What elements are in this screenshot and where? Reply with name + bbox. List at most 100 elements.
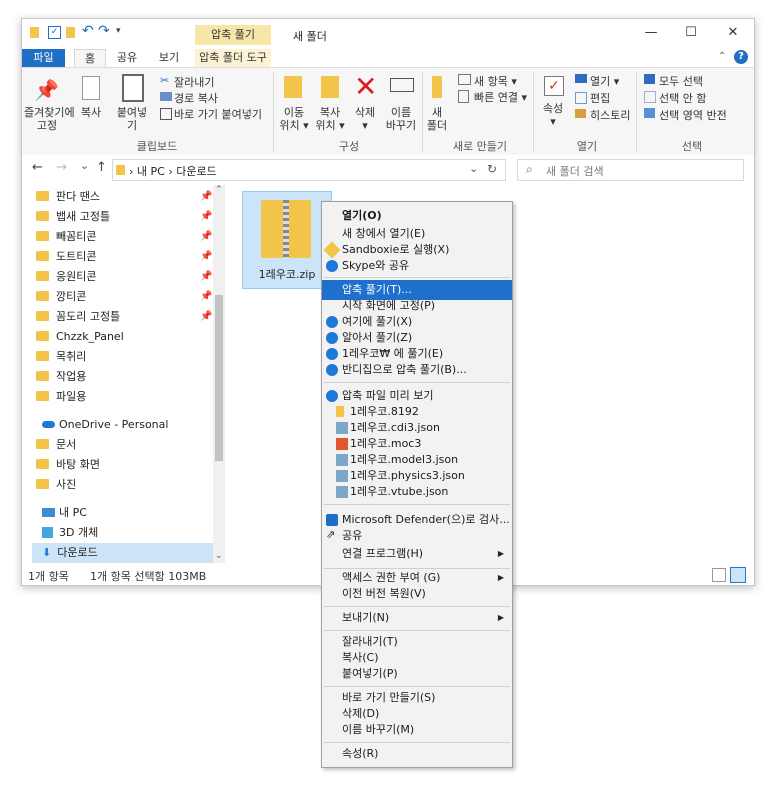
nav-item[interactable]: 목취리 bbox=[36, 347, 86, 367]
menu-item-share[interactable]: ⇗ 공유 bbox=[322, 526, 512, 546]
paste-shortcut-button[interactable]: 바로 가기 붙여넣기 bbox=[174, 106, 262, 122]
copy-path-button[interactable]: 경로 복사 bbox=[174, 90, 218, 106]
address-bar[interactable]: › 내 PC › 다운로드 ⌄ ↻ bbox=[112, 159, 506, 181]
copy-icon bbox=[82, 76, 100, 100]
pin-quick-access-button[interactable]: 즐겨찾기에 고정 bbox=[24, 106, 75, 132]
menu-item-paste[interactable]: 붙여넣기(P) bbox=[322, 664, 512, 684]
folder-icon bbox=[36, 439, 49, 449]
nav-item[interactable]: 파일용 bbox=[36, 387, 86, 407]
collapse-ribbon-icon[interactable]: ⌃ bbox=[718, 51, 726, 62]
invert-selection-button[interactable]: 선택 영역 반전 bbox=[659, 107, 727, 123]
checkbox-icon[interactable]: ✓ bbox=[48, 26, 61, 39]
menu-item-skype[interactable]: Skype와 공유 bbox=[322, 256, 512, 276]
menu-item-preview-file[interactable]: 1레우코.vtube.json bbox=[322, 482, 512, 502]
select-all-button[interactable]: 모두 선택 bbox=[659, 73, 703, 89]
scroll-thumb[interactable] bbox=[215, 295, 223, 461]
pin-icon: 📌 bbox=[200, 271, 213, 282]
new-folder-button[interactable]: 새 폴더 bbox=[424, 106, 450, 132]
file-icon bbox=[336, 454, 348, 466]
history-button[interactable]: 히스토리 bbox=[590, 107, 630, 123]
menu-item-open-with[interactable]: 연결 프로그램(H) ▶ bbox=[322, 544, 512, 564]
copy-button[interactable]: 복사 bbox=[76, 106, 106, 119]
minimize-button[interactable]: — bbox=[634, 22, 668, 44]
nav-onedrive[interactable]: OneDrive - Personal bbox=[42, 415, 168, 435]
redo-icon[interactable]: ↷ bbox=[98, 23, 110, 39]
nav-item[interactable]: 깡티콘 bbox=[36, 287, 86, 307]
menu-item-bandizip-extract[interactable]: 반디집으로 압축 풀기(B)... bbox=[322, 360, 512, 380]
move-to-button[interactable]: 이동 위치 ▾ bbox=[276, 106, 312, 132]
nav-item[interactable]: Chzzk_Panel bbox=[36, 327, 124, 347]
menu-item-restore[interactable]: 이전 버전 복원(V) bbox=[322, 584, 512, 604]
open-button[interactable]: 열기 ▾ bbox=[590, 73, 619, 89]
properties-button[interactable]: 속성 ▾ bbox=[536, 102, 570, 128]
up-button[interactable]: ↑ bbox=[96, 160, 107, 175]
back-button[interactable]: ← bbox=[32, 160, 43, 175]
undo-icon[interactable]: ↶ bbox=[82, 23, 94, 39]
folder-icon bbox=[36, 331, 49, 341]
large-icons-view-icon[interactable] bbox=[730, 567, 746, 583]
cut-button[interactable]: 잘라내기 bbox=[174, 74, 214, 90]
nav-item[interactable]: 3D 개체 bbox=[42, 523, 98, 543]
paste-icon bbox=[122, 74, 144, 102]
menu-separator bbox=[324, 686, 510, 687]
download-icon: ⬇ bbox=[42, 546, 52, 559]
tab-share[interactable]: 공유 bbox=[112, 49, 142, 67]
nav-this-pc[interactable]: 내 PC bbox=[42, 503, 87, 523]
nav-item[interactable]: 도트티콘 bbox=[36, 247, 96, 267]
pin-icon: 📌 bbox=[200, 191, 213, 202]
tab-file[interactable]: 파일 bbox=[22, 49, 65, 67]
organize-group-label: 구성 bbox=[338, 140, 360, 153]
folder-icon bbox=[36, 371, 49, 381]
folder-icon bbox=[36, 291, 49, 301]
menu-item-open[interactable]: 열기(O) bbox=[322, 206, 512, 226]
copy-to-button[interactable]: 복사 위치 ▾ bbox=[312, 106, 348, 132]
ribbon-separator bbox=[636, 72, 637, 152]
nav-item[interactable]: 꼼도리 고정틀 bbox=[36, 307, 120, 327]
file-name: 1레우코.zip bbox=[258, 268, 316, 281]
easy-access-button[interactable]: 빠른 연결 ▾ bbox=[474, 89, 527, 105]
new-item-button[interactable]: 새 항목 ▾ bbox=[474, 73, 517, 89]
search-input[interactable]: ⌕ 새 폴더 검색 bbox=[517, 159, 744, 181]
scroll-up-icon[interactable]: ⌃ bbox=[215, 185, 223, 195]
nav-item[interactable]: 응원티콘 bbox=[36, 267, 96, 287]
paste-button[interactable]: 붙여넣기 bbox=[112, 106, 152, 132]
tab-view[interactable]: 보기 bbox=[154, 49, 184, 67]
nav-item[interactable]: 뱁새 고정틀 bbox=[36, 207, 110, 227]
tab-compressed-folder-tools[interactable]: 압축 폴더 도구 bbox=[195, 49, 271, 67]
new-folder-icon bbox=[432, 76, 442, 98]
maximize-button[interactable]: ☐ bbox=[674, 22, 708, 44]
nav-item[interactable]: 사진 bbox=[36, 475, 76, 495]
edit-button[interactable]: 편집 bbox=[590, 90, 610, 106]
folder-icon bbox=[36, 251, 49, 261]
nav-item[interactable]: 바탕 화면 bbox=[36, 455, 100, 475]
forward-button[interactable]: → bbox=[56, 160, 67, 175]
submenu-arrow-icon: ▶ bbox=[497, 613, 504, 622]
nav-item[interactable]: 작업용 bbox=[36, 367, 86, 387]
new-folder-quick-icon[interactable] bbox=[66, 27, 75, 38]
help-icon[interactable]: ? bbox=[734, 50, 748, 64]
recent-locations-button[interactable]: ⌄ bbox=[80, 159, 89, 172]
refresh-button[interactable]: ↻ bbox=[487, 162, 497, 176]
scroll-down-icon[interactable]: ⌄ bbox=[215, 551, 223, 561]
tab-home[interactable]: 홈 bbox=[74, 49, 106, 68]
nav-item[interactable]: 빼꼼티콘 bbox=[36, 227, 96, 247]
select-group-label: 선택 bbox=[681, 140, 703, 153]
nav-item-downloads[interactable]: ⬇ 다운로드 bbox=[32, 543, 222, 563]
address-dropdown-icon[interactable]: ⌄ bbox=[469, 162, 478, 175]
menu-separator bbox=[324, 382, 510, 383]
delete-button[interactable]: 삭제 ▾ bbox=[348, 106, 382, 132]
nav-item[interactable]: 판다 땐스 bbox=[36, 187, 100, 207]
bandizip-icon bbox=[326, 390, 338, 402]
menu-item-rename[interactable]: 이름 바꾸기(M) bbox=[322, 720, 512, 740]
quick-access-dropdown-icon[interactable]: ▾ bbox=[116, 26, 121, 36]
file-item[interactable]: 1레우코.zip bbox=[242, 191, 332, 289]
file-icon bbox=[336, 422, 348, 434]
menu-item-send-to[interactable]: 보내기(N) ▶ bbox=[322, 608, 512, 628]
close-button[interactable]: ✕ bbox=[716, 22, 750, 44]
rename-button[interactable]: 이름 바꾸기 bbox=[382, 106, 420, 132]
select-none-button[interactable]: 선택 안 함 bbox=[659, 90, 706, 106]
nav-item[interactable]: 문서 bbox=[36, 435, 76, 455]
menu-item-properties[interactable]: 속성(R) bbox=[322, 744, 512, 764]
easy-access-icon bbox=[458, 90, 469, 103]
details-view-icon[interactable] bbox=[712, 568, 726, 582]
